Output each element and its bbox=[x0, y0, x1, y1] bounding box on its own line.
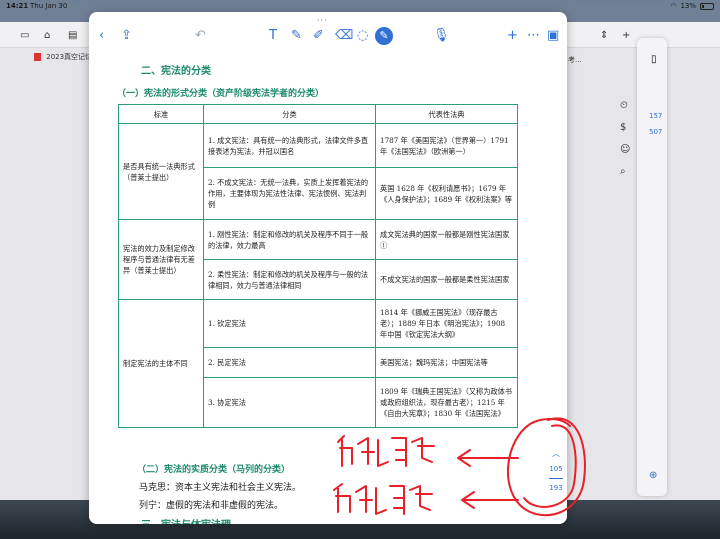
table-row: 宪法的效力及制定修改程序与普通法律有无差异（普莱士提出） 1. 刚性宪法：制定和… bbox=[118, 219, 518, 300]
status-right-group: ◠ 13% bbox=[670, 2, 714, 10]
subsection-title: （一）宪法的形式分类（资产阶级宪法学者的分类） bbox=[117, 89, 325, 99]
wifi-icon: ◠ bbox=[670, 2, 677, 10]
example-cell: 1809 年《瑞典王国宪法》（又称为政体书或政府组织法，现存最古老）；1215 … bbox=[375, 377, 518, 428]
status-time: 14:21 bbox=[6, 2, 29, 10]
search-icon[interactable]: ⌕ bbox=[620, 166, 626, 177]
status-date: Thu Jan 30 bbox=[30, 2, 68, 10]
classification-table: 标准 分类 代表性法典 是否具有统一法典形式（普莱士提出） 1. 成文宪法：具有… bbox=[118, 104, 518, 428]
class-cell: 1. 钦定宪法 bbox=[203, 299, 376, 348]
section-title: 二、宪法的分类 bbox=[141, 66, 211, 77]
background-page-top: 157 bbox=[649, 112, 663, 120]
sidebar-icon[interactable]: ▭ bbox=[20, 30, 29, 41]
table-header: 分类 bbox=[203, 104, 376, 124]
marx-paragraph: 马克思：资本主义宪法和社会主义宪法。 bbox=[139, 483, 302, 493]
class-cell: 2. 柔性宪法：制定和修改的机关及程序与一般的法律相同，效力与普通法律相同 bbox=[203, 259, 376, 300]
example-cell: 1787 年《美国宪法》（世界第一）1791 年《法国宪法》（欧洲第一） bbox=[375, 123, 518, 168]
dollar-icon[interactable]: $ bbox=[620, 122, 626, 133]
add-icon[interactable]: + bbox=[507, 28, 518, 44]
class-cell: 1. 刚性宪法：制定和修改的机关及程序不同于一般的法律，效力最高 bbox=[203, 219, 376, 260]
plus-icon[interactable]: + bbox=[622, 30, 630, 41]
document-icon[interactable]: ▤ bbox=[68, 30, 77, 41]
share-icon[interactable]: ⇪ bbox=[121, 28, 132, 44]
criterion-cell: 制定宪法的主体不同 bbox=[118, 299, 204, 428]
lenin-paragraph: 列宁：虚假的宪法和非虚假的宪法。 bbox=[139, 501, 284, 511]
table-header: 代表性法典 bbox=[375, 104, 518, 124]
background-peek-label: 考... bbox=[568, 56, 582, 64]
page-scroller[interactable]: ︿ 105 193 bbox=[537, 448, 575, 492]
example-cell: 不成文宪法的国家一般都是柔性宪法国家 bbox=[375, 259, 518, 300]
lasso-icon[interactable]: ◌ bbox=[357, 28, 368, 44]
example-cell: 成文宪法典的国家一般都是刚性宪法国家① bbox=[375, 219, 518, 260]
class-cell: 1. 成文宪法：具有统一的法典形式，法律文件多直接表述为宪法，并冠以国名 bbox=[203, 123, 376, 168]
class-cell: 3. 协定宪法 bbox=[203, 377, 376, 428]
current-page: 105 bbox=[549, 465, 563, 473]
pdf-icon bbox=[34, 53, 41, 61]
class-cell: 2. 民定宪法 bbox=[203, 347, 376, 378]
background-page-bottom: 507 bbox=[649, 128, 663, 136]
class-cell: 2. 不成文宪法：无统一法典，实质上发挥着宪法的作用，主要体现为宪法性法律、宪法… bbox=[203, 167, 376, 220]
background-right-window[interactable]: ▯ 157 507 ⊕ bbox=[637, 38, 667, 496]
highlighter-icon[interactable]: ✐ bbox=[313, 28, 324, 44]
emoji-icon[interactable]: ☺ bbox=[620, 144, 630, 155]
chevron-icon[interactable]: ⇕ bbox=[600, 30, 608, 41]
microphone-icon[interactable]: 🎙 bbox=[433, 28, 450, 44]
table-row: 是否具有统一法典形式（普莱士提出） 1. 成文宪法：具有统一的法典形式，法律文件… bbox=[118, 123, 518, 220]
table-row: 制定宪法的主体不同 1. 钦定宪法 1814 年《挪威王国宪法》（现存最古老）；… bbox=[118, 299, 518, 428]
example-cell: 1814 年《挪威王国宪法》（现存最古老）；1889 年日本《明治宪法》；190… bbox=[375, 299, 518, 348]
notes-window: ··· ‹ ⇪ ↶ T ✎ ✐ ⌫ ◌ ◇ ✎ 🎙 + ⋯ ▣ 二、宪法的分类 … bbox=[89, 12, 567, 524]
section3-title: 三、宪法与体宪法理 bbox=[141, 516, 231, 524]
subsection2-title: （二）宪法的实质分类（马列的分类） bbox=[137, 465, 291, 475]
table-header: 标准 bbox=[118, 104, 204, 124]
more-icon[interactable]: ⋯ bbox=[527, 28, 540, 44]
status-bar: 14:21 Thu Jan 30 ◠ 13% bbox=[0, 0, 720, 12]
library-icon[interactable]: ⌂ bbox=[44, 30, 50, 41]
toolbar: ‹ ⇪ ↶ T ✎ ✐ ⌫ ◌ ◇ ✎ 🎙 + ⋯ ▣ bbox=[89, 22, 567, 52]
undo-icon[interactable]: ↶ bbox=[195, 28, 206, 44]
example-cell: 美国宪法；魏玛宪法；中国宪法等 bbox=[375, 347, 518, 378]
total-pages: 193 bbox=[549, 484, 563, 492]
page-divider bbox=[549, 478, 563, 479]
zoom-icon[interactable]: ⊕ bbox=[649, 470, 657, 481]
pen-icon[interactable]: ✎ bbox=[291, 28, 302, 44]
eraser-icon[interactable]: ⌫ bbox=[335, 28, 353, 44]
example-cell: 英国 1628 年《权利请愿书》；1679 年《人身保护法》；1689 年《权利… bbox=[375, 167, 518, 220]
battery-icon bbox=[700, 2, 714, 10]
table-header-row: 标准 分类 代表性法典 bbox=[118, 104, 518, 124]
battery-percent: 13% bbox=[680, 2, 696, 10]
active-pen-icon[interactable]: ✎ bbox=[375, 27, 393, 45]
timer-icon[interactable]: ⏲ bbox=[620, 100, 628, 111]
chevron-up-icon[interactable]: ︿ bbox=[537, 448, 575, 459]
back-icon[interactable]: ‹ bbox=[99, 28, 104, 44]
criterion-cell: 是否具有统一法典形式（普莱士提出） bbox=[118, 123, 204, 220]
doc-icon[interactable]: ▯ bbox=[651, 54, 657, 65]
pages-icon[interactable]: ▣ bbox=[547, 28, 559, 44]
text-icon[interactable]: T bbox=[269, 28, 277, 44]
criterion-cell: 宪法的效力及制定修改程序与普通法律有无差异（普莱士提出） bbox=[118, 219, 204, 300]
document-page[interactable]: 二、宪法的分类 （一）宪法的形式分类（资产阶级宪法学者的分类） 标准 分类 代表… bbox=[89, 56, 567, 524]
